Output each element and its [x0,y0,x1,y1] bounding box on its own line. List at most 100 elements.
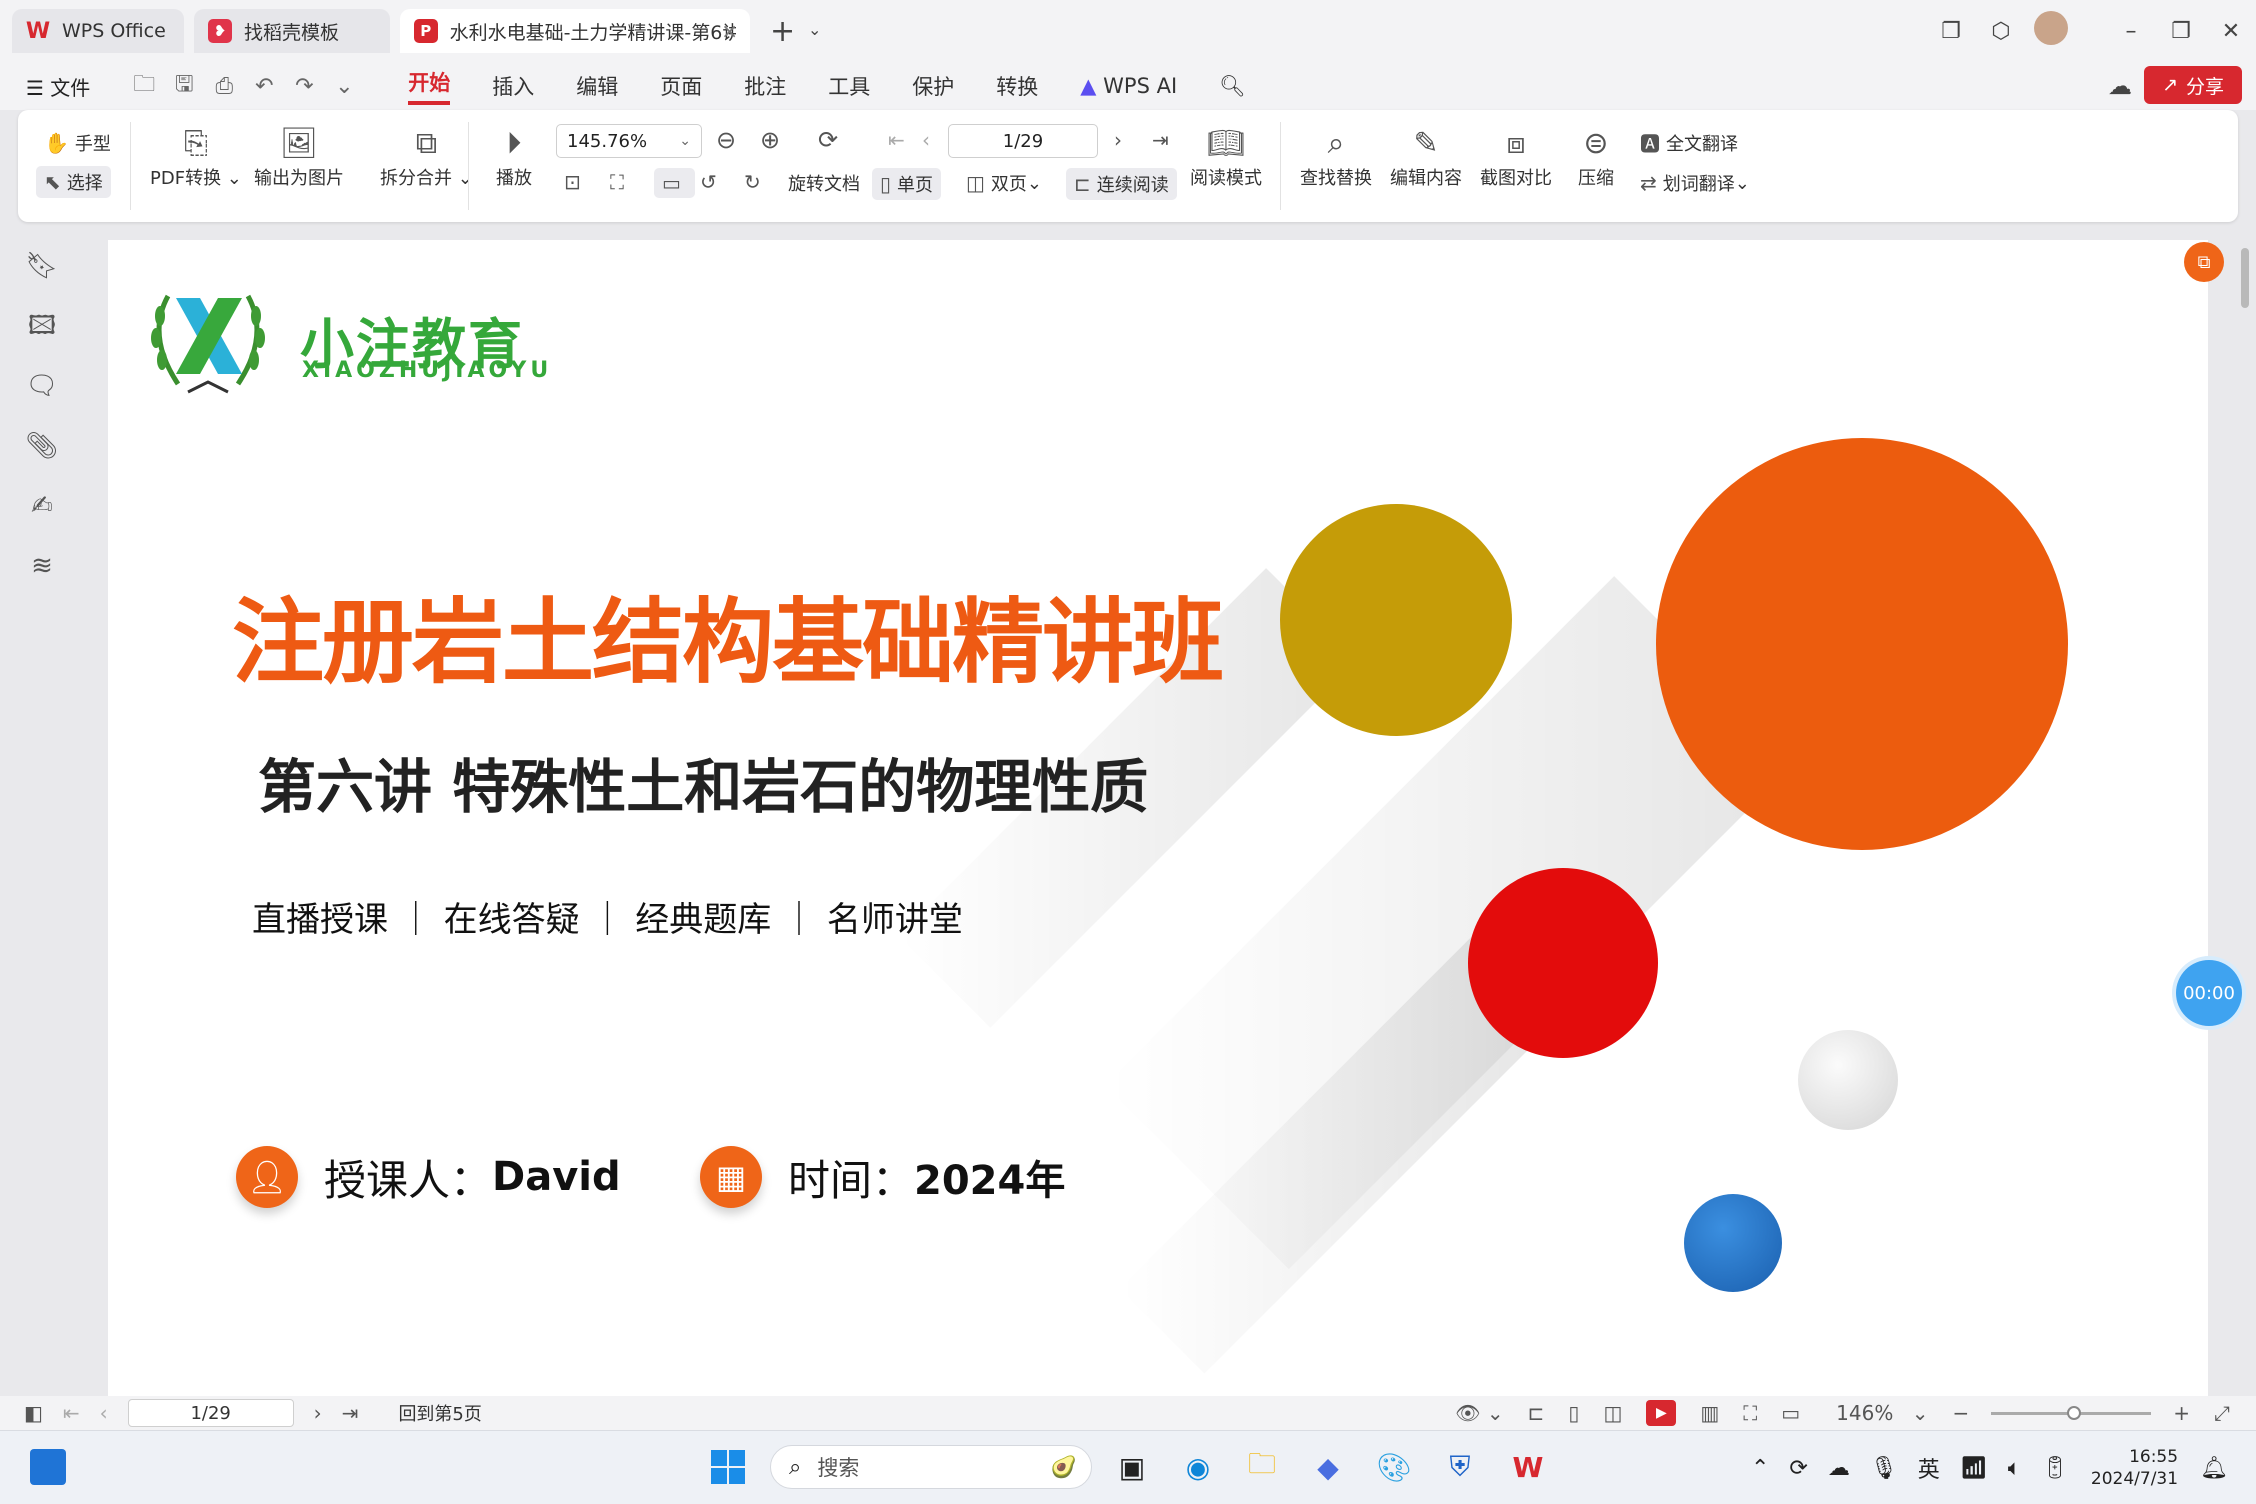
minimize-icon[interactable]: – [2106,19,2156,44]
security-shield-icon[interactable]: ⛨ [1438,1445,1482,1489]
microphone-icon[interactable]: 🎙︎ [1870,1456,1898,1481]
undo-icon[interactable]: ↶ [244,74,284,99]
edge-browser-icon[interactable]: ◉ [1176,1445,1220,1489]
input-language[interactable]: 英 [1918,1452,1940,1484]
menu-insert[interactable]: 插入 [492,71,534,101]
continuous-read-button[interactable]: ⊏ 连续阅读 [1066,168,1177,200]
tab-active-document[interactable]: P 水利水电基础-土力学精讲课-第6讲 × [400,9,750,53]
fit-width-icon[interactable]: ▭ [1781,1401,1800,1425]
timer-button[interactable]: 00:00 [2176,960,2242,1026]
goto-page-link[interactable]: 回到第5页 [398,1400,481,1426]
copilot-icon[interactable]: ◆ [1306,1445,1350,1489]
fit-width-icon[interactable]: ▭ [654,168,695,198]
print-icon[interactable]: ⎙ [204,74,244,99]
select-tool-button[interactable]: ⬉ 选择 [36,166,111,198]
user-avatar[interactable] [2026,11,2076,51]
floating-tool-icon[interactable]: ⧉ [2184,242,2224,282]
vertical-scrollbar[interactable] [2238,228,2252,1394]
rotate-document-button[interactable]: 旋转文档 [788,170,860,196]
prev-page-icon[interactable]: ‹ [922,128,936,152]
close-tab-icon[interactable]: × [721,19,738,43]
chevron-down-icon[interactable]: ⌄ [808,20,821,39]
double-view-icon[interactable]: ◫ [1603,1401,1622,1425]
chevron-down-icon[interactable]: ⌄ [324,74,364,99]
full-translate-button[interactable]: 🅰︎ 全文翻译 [1640,128,1738,157]
next-page-icon[interactable]: › [314,1401,322,1425]
last-page-icon[interactable]: ⇥ [1152,128,1175,152]
menu-page[interactable]: 页面 [660,71,702,101]
fullscreen-icon[interactable]: ⤢ [2214,1401,2230,1425]
zoom-slider-knob[interactable] [2067,1405,2082,1420]
status-page-input[interactable]: 1/29 [127,1399,294,1427]
first-page-icon[interactable]: ⇤ [888,128,911,152]
file-explorer-icon[interactable]: 🗀 [1240,1445,1284,1489]
task-view-icon[interactable]: ▣ [1110,1445,1154,1489]
attachment-icon[interactable]: 📎︎ [0,416,84,476]
zoom-in-icon[interactable]: + [2173,1401,2190,1425]
cube-icon[interactable]: ⬡ [1976,19,2026,44]
split-merge-button[interactable]: ⧉ 拆分合并 ⌄ [380,124,473,190]
single-view-icon[interactable]: ▯ [1568,1401,1579,1425]
sync-icon[interactable]: ⟳ [1789,1456,1807,1481]
sidebar-toggle-icon[interactable]: ◧ [24,1401,43,1425]
redo-icon[interactable]: ↷ [284,74,324,99]
rotate-left-icon[interactable]: ↺ [700,170,723,194]
close-window-icon[interactable]: ✕ [2206,19,2256,44]
menu-tools[interactable]: 工具 [828,71,870,101]
prev-page-icon[interactable]: ‹ [100,1401,108,1425]
signature-icon[interactable]: ✍ [0,476,84,536]
battery-icon[interactable]: 🔋︎ [2041,1456,2069,1481]
actual-size-icon[interactable]: ⊡ [564,170,587,194]
menu-protect[interactable]: 保护 [912,71,954,101]
fit-page-icon[interactable]: ⛶ [1743,1401,1757,1425]
zoom-out-icon[interactable]: ⊖ [716,126,742,154]
open-folder-icon[interactable]: 🗀 [124,67,164,105]
last-page-icon[interactable]: ⇥ [342,1401,359,1425]
cloud-sync-icon[interactable]: ☁ [2108,72,2132,100]
bookmark-icon[interactable]: 🔖︎ [0,236,84,296]
reading-view-icon[interactable]: ▥ [1700,1401,1719,1425]
fit-page-icon[interactable]: ⛶ [610,170,630,194]
menu-edit[interactable]: 编辑 [576,71,618,101]
zoom-out-icon[interactable]: − [1952,1401,1969,1425]
export-image-button[interactable]: 🖼︎ 输出为图片 [254,124,344,190]
next-page-icon[interactable]: › [1114,128,1128,152]
widgets-icon[interactable] [30,1449,66,1485]
page-number-input[interactable]: 1/29 [948,124,1098,158]
notification-bell-icon[interactable]: 🔔︎ [2200,1456,2228,1481]
menu-annotate[interactable]: 批注 [744,71,786,101]
thumbnail-icon[interactable]: 🖾 [0,296,84,356]
compress-button[interactable]: ⊜ 压缩 [1578,124,1614,190]
menu-wps-ai[interactable]: ▲ WPS AI [1080,74,1177,98]
eye-icon[interactable]: 👁︎ ⌄ [1455,1401,1504,1425]
add-tab-button[interactable]: + [770,14,795,49]
zoom-combobox[interactable]: 145.76% ⌄ [556,124,702,158]
read-mode-button[interactable]: 📖︎ 阅读模式 [1190,124,1262,190]
single-page-button[interactable]: ▯ 单页 [872,168,942,200]
zoom-value[interactable]: 146% ⌄ [1824,1401,1928,1425]
file-menu[interactable]: ☰ 文件 [26,72,90,101]
wifi-icon[interactable]: 📶︎ [1960,1456,1988,1481]
onedrive-icon[interactable]: ☁ [1828,1456,1850,1481]
zoom-slider[interactable] [1991,1405,2152,1420]
zoom-in-icon[interactable]: ⊕ [760,126,786,154]
restore-tabs-icon[interactable]: ❐ [1926,19,1976,44]
scrollbar-thumb[interactable] [2241,248,2249,308]
tab-template[interactable]: ❥ 找稻壳模板 [194,9,390,53]
double-page-button[interactable]: ◫ 双页 ⌄ [966,170,1042,196]
layers-icon[interactable]: ≋ [0,536,84,596]
tab-wps-office[interactable]: W WPS Office [12,9,184,53]
continuous-view-icon[interactable]: ⊏ [1528,1401,1545,1425]
menu-convert[interactable]: 转换 [996,71,1038,101]
hand-tool-button[interactable]: ✋ 手型 [44,130,111,156]
rotate-right-icon[interactable]: ↻ [744,170,767,194]
menu-home[interactable]: 开始 [408,67,451,105]
chevron-up-icon[interactable]: ⌃ [1751,1456,1769,1481]
comment-icon[interactable]: 🗨 [0,356,84,416]
play-slideshow-icon[interactable]: ▶ [1646,1400,1677,1426]
clock[interactable]: 16:55 2024/7/31 [2091,1446,2178,1490]
first-page-icon[interactable]: ⇤ [63,1401,80,1425]
paint-icon[interactable]: 🎨︎ [1372,1445,1416,1489]
volume-icon[interactable]: 🔈︎ [2008,1456,2021,1481]
windows-start-icon[interactable] [706,1445,750,1489]
